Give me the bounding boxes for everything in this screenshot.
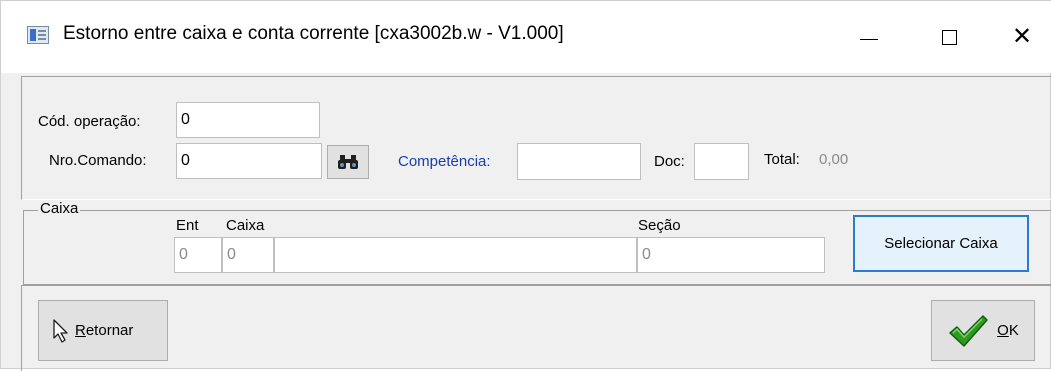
title-bar: Estorno entre caixa e conta corrente [cx… (1, 1, 1051, 73)
pointer-icon (53, 318, 68, 343)
competencia-field[interactable] (517, 143, 641, 180)
dialog-window: Estorno entre caixa e conta corrente [cx… (0, 0, 1051, 371)
doc-label: Doc: (654, 153, 685, 170)
binoculars-icon (338, 155, 358, 169)
cod-operacao-label: Cód. operação: (38, 113, 141, 130)
ok-button[interactable]: OK (931, 300, 1035, 361)
ok-label: OK (997, 322, 1019, 339)
caixa-group-title: Caixa (38, 200, 81, 217)
close-icon: ✕ (1011, 23, 1033, 50)
minimize-button[interactable] (839, 1, 899, 73)
ok-rest: K (1008, 322, 1019, 339)
app-icon (27, 26, 49, 44)
selecionar-caixa-button[interactable]: Selecionar Caixa (853, 215, 1029, 272)
retornar-label: Retornar (75, 322, 133, 339)
maximize-icon (941, 29, 957, 45)
doc-field[interactable] (694, 143, 749, 180)
caixa-column-label: Caixa (226, 217, 265, 234)
header-panel (21, 76, 1051, 200)
checkmark-icon (949, 314, 988, 347)
competencia-label: Competência: (398, 153, 491, 170)
close-button[interactable]: ✕ (992, 1, 1051, 73)
window-title: Estorno entre caixa e conta corrente [cx… (63, 23, 564, 44)
caixa-code-field[interactable] (222, 237, 274, 273)
search-comando-button[interactable] (327, 145, 369, 179)
footer-panel (21, 285, 1051, 371)
ent-column-label: Ent (176, 217, 199, 234)
ok-accel: O (997, 322, 1009, 339)
ent-field[interactable] (174, 237, 222, 273)
secao-column-label: Seção (638, 217, 681, 234)
maximize-button[interactable] (919, 1, 979, 73)
total-label: Total: (764, 151, 800, 168)
nro-comando-field[interactable] (176, 143, 322, 179)
nro-comando-label: Nro.Comando: (49, 152, 147, 169)
retornar-rest: etornar (85, 322, 134, 339)
caixa-description-field[interactable] (274, 237, 637, 273)
total-value: 0,00 (819, 151, 849, 168)
cod-operacao-field[interactable] (176, 102, 320, 138)
minimize-icon (860, 38, 878, 40)
retornar-accel: R (75, 322, 86, 339)
retornar-button[interactable]: Retornar (38, 300, 168, 361)
secao-field[interactable] (637, 237, 825, 273)
